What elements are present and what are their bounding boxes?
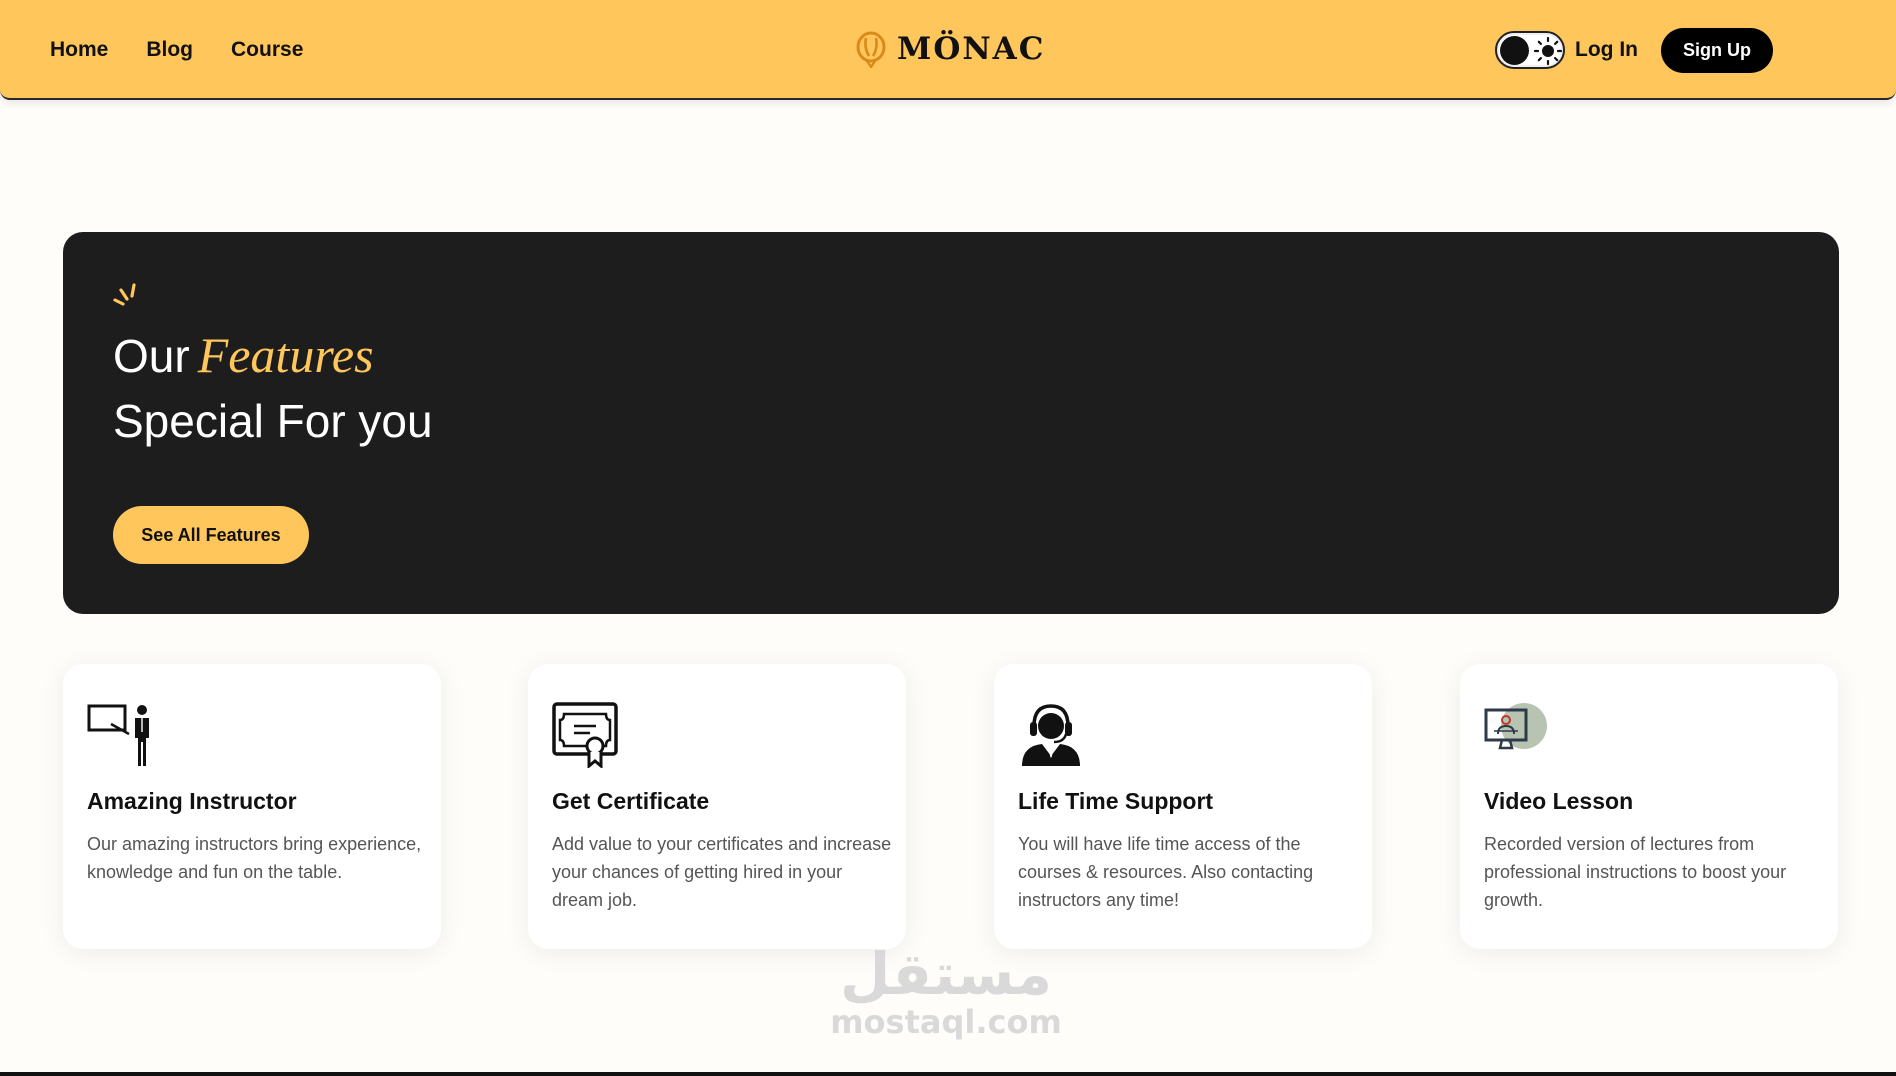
page-bottom-border	[0, 1072, 1896, 1076]
theme-toggle[interactable]	[1495, 31, 1565, 69]
support-agent-icon	[1022, 704, 1080, 766]
see-all-features-button[interactable]: See All Features	[113, 506, 309, 564]
instructor-icon	[87, 704, 149, 766]
brand-logo[interactable]: MÖNAC	[853, 30, 1045, 68]
sparkle-icon	[113, 283, 136, 306]
feature-card-support[interactable]: Life Time Support You will have life tim…	[994, 664, 1372, 949]
feature-title: Get Certificate	[552, 788, 710, 814]
hero-subtitle: Special For you	[113, 395, 433, 447]
feature-card-video[interactable]: Video Lesson Recorded version of lecture…	[1460, 664, 1838, 949]
site-header: Home Blog Course MÖNAC Log In Sign Up	[0, 0, 1896, 100]
feature-description: Recorded version of lectures from profes…	[1484, 834, 1787, 910]
feature-description: You will have life time access of the co…	[1018, 834, 1314, 910]
feature-description: Add value to your certificates and incre…	[552, 834, 892, 910]
watermark: مستقل mostaql.com	[826, 944, 1066, 1040]
feature-card-instructor[interactable]: Amazing Instructor Our amazing instructo…	[63, 664, 441, 949]
main-nav: Home Blog Course	[50, 0, 303, 100]
nav-blog-link[interactable]: Blog	[146, 38, 193, 62]
brand-mark-icon	[856, 31, 886, 68]
feature-title: Amazing Instructor	[87, 788, 297, 814]
toggle-knob	[1500, 36, 1529, 65]
login-link[interactable]: Log In	[1575, 38, 1638, 62]
certificate-icon	[552, 702, 618, 768]
hero-title: Our Features	[113, 326, 374, 384]
watermark-arabic: مستقل	[839, 940, 1053, 1008]
feature-title: Video Lesson	[1484, 788, 1634, 814]
hero-title-accent: Features	[197, 327, 374, 383]
video-lesson-icon	[1484, 703, 1547, 750]
feature-card-certificate[interactable]: Get Certificate Add value to your certif…	[528, 664, 906, 949]
sun-icon	[1533, 36, 1563, 66]
hero-title-prefix: Our	[113, 330, 190, 382]
nav-home-link[interactable]: Home	[50, 38, 108, 62]
features-hero: Our Features Special For you See All Feat…	[63, 232, 1839, 614]
nav-course-link[interactable]: Course	[231, 38, 303, 62]
feature-description: Our amazing instructors bring experience…	[87, 834, 422, 882]
watermark-latin: mostaql.com	[830, 1003, 1062, 1041]
signup-button[interactable]: Sign Up	[1661, 28, 1773, 73]
feature-title: Life Time Support	[1018, 788, 1214, 814]
brand-name: MÖNAC	[897, 31, 1046, 67]
